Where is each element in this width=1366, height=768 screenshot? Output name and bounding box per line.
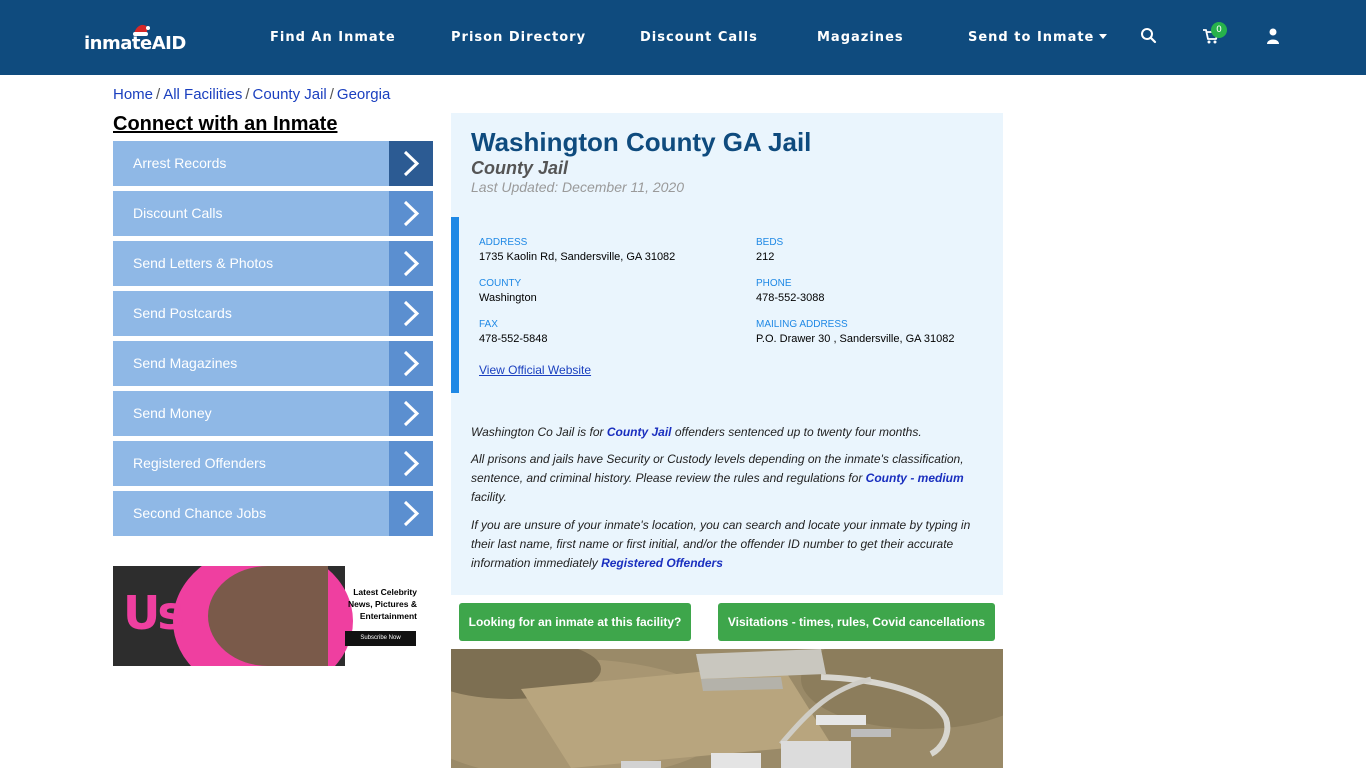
breadcrumb-all-facilities[interactable]: All Facilities	[163, 86, 242, 103]
user-account-icon[interactable]	[1264, 27, 1282, 45]
address-label: ADDRESS	[479, 237, 528, 248]
chevron-right-icon	[389, 341, 433, 386]
mailing-address-value: P.O. Drawer 30 , Sandersville, GA 31082	[756, 333, 955, 345]
sidebar-item-arrest-records[interactable]: Arrest Records	[113, 141, 433, 186]
chevron-right-icon	[389, 441, 433, 486]
sidebar-item-label: Send Magazines	[133, 355, 238, 371]
breadcrumb-county-jail[interactable]: County Jail	[253, 86, 327, 103]
chevron-right-icon	[389, 491, 433, 536]
ad-brand-logo: Us	[123, 586, 185, 640]
county-jail-link[interactable]: County Jail	[607, 425, 672, 439]
inmateaid-logo[interactable]: inmateAID	[84, 22, 186, 56]
breadcrumb: Home / All Facilities / County Jail / Georgia	[113, 86, 390, 103]
breadcrumb-home[interactable]: Home	[113, 86, 153, 103]
sidebar-item-second-chance-jobs[interactable]: Second Chance Jobs	[113, 491, 433, 536]
chevron-right-icon	[389, 241, 433, 286]
logo-text: inmateAID	[84, 33, 186, 54]
sidebar-item-send-magazines[interactable]: Send Magazines	[113, 341, 433, 386]
chevron-right-icon	[389, 191, 433, 236]
sidebar-item-discount-calls[interactable]: Discount Calls	[113, 191, 433, 236]
nav-magazines[interactable]: Magazines	[817, 30, 904, 45]
breadcrumb-separator: /	[329, 86, 334, 103]
fax-value: 478-552-5848	[479, 333, 548, 345]
mailing-address-label: MAILING ADDRESS	[756, 319, 848, 330]
last-updated: Last Updated: December 11, 2020	[471, 179, 684, 195]
sidebar-item-label: Second Chance Jobs	[133, 505, 267, 521]
county-value: Washington	[479, 292, 537, 304]
chevron-right-icon	[389, 391, 433, 436]
breadcrumb-separator: /	[156, 86, 161, 103]
ad-line: News, Pictures &	[348, 599, 417, 609]
ad-line: Entertainment	[359, 611, 417, 621]
sidebar-item-registered-offenders[interactable]: Registered Offenders	[113, 441, 433, 486]
sidebar-item-label: Send Postcards	[133, 305, 232, 321]
sidebar-item-label: Send Letters & Photos	[133, 255, 274, 271]
description-paragraph: All prisons and jails have Security or C…	[471, 450, 981, 507]
chevron-down-icon	[1099, 34, 1108, 39]
description-paragraph: Washington Co Jail is for County Jail of…	[471, 423, 981, 442]
chevron-right-icon	[389, 141, 433, 186]
facility-aerial-photo	[451, 649, 1003, 768]
registered-offenders-link[interactable]: Registered Offenders	[601, 556, 723, 570]
breadcrumb-georgia[interactable]: Georgia	[337, 86, 390, 103]
sidebar-item-send-letters-photos[interactable]: Send Letters & Photos	[113, 241, 433, 286]
us-weekly-ad-banner[interactable]: Us Latest Celebrity News, Pictures & Ent…	[113, 566, 433, 666]
facility-info-box: ADDRESS 1735 Kaolin Rd, Sandersville, GA…	[451, 217, 1003, 393]
cart-count-badge: 0	[1211, 22, 1227, 38]
nav-send-to-inmate[interactable]: Send to Inmate	[968, 30, 1108, 45]
info-accent-bar	[451, 217, 459, 393]
sidebar-item-label: Registered Offenders	[133, 455, 266, 471]
visitations-button[interactable]: Visitations - times, rules, Covid cancel…	[718, 603, 995, 641]
nav-discount-calls[interactable]: Discount Calls	[640, 30, 758, 45]
sidebar-item-label: Arrest Records	[133, 155, 227, 171]
phone-label: PHONE	[756, 278, 792, 289]
aerial-photo-drawing	[451, 649, 1003, 768]
facility-card: Washington County GA Jail County Jail La…	[451, 113, 1003, 595]
nav-send-to-inmate-label: Send to Inmate	[968, 30, 1095, 45]
ad-line: Latest Celebrity	[353, 587, 417, 597]
beds-value: 212	[756, 251, 775, 263]
chevron-right-icon	[389, 291, 433, 336]
sidebar-item-send-money[interactable]: Send Money	[113, 391, 433, 436]
sidebar-item-label: Send Money	[133, 405, 212, 421]
ad-copy: Latest Celebrity News, Pictures & Entert…	[343, 586, 417, 622]
county-label: COUNTY	[479, 278, 522, 289]
ad-photo	[208, 566, 328, 666]
security-level-link[interactable]: County - medium	[866, 471, 964, 485]
address-value: 1735 Kaolin Rd, Sandersville, GA 31082	[479, 251, 676, 263]
fax-label: FAX	[479, 319, 498, 330]
desc-text: facility.	[471, 490, 507, 504]
beds-label: BEDS	[756, 237, 784, 248]
nav-prison-directory[interactable]: Prison Directory	[451, 30, 586, 45]
nav-find-an-inmate[interactable]: Find An Inmate	[270, 30, 396, 45]
top-nav-bar: inmateAID Find An Inmate Prison Director…	[0, 0, 1366, 75]
sidebar-item-send-postcards[interactable]: Send Postcards	[113, 291, 433, 336]
desc-text: Washington Co Jail is for	[471, 425, 607, 439]
breadcrumb-separator: /	[245, 86, 250, 103]
search-icon[interactable]	[1140, 27, 1158, 45]
sidebar-item-label: Discount Calls	[133, 205, 223, 221]
sidebar-title: Connect with an Inmate	[113, 113, 338, 135]
find-inmate-button[interactable]: Looking for an inmate at this facility?	[459, 603, 691, 641]
ad-subscribe-button[interactable]: Subscribe Now	[345, 631, 416, 646]
sidebar-menu: Arrest Records Discount Calls Send Lette…	[113, 141, 433, 541]
desc-text: offenders sentenced up to twenty four mo…	[671, 425, 922, 439]
phone-value: 478-552-3088	[756, 292, 825, 304]
facility-type: County Jail	[471, 158, 569, 178]
page-title: Washington County GA Jail	[471, 127, 812, 157]
description-paragraph: If you are unsure of your inmate's locat…	[471, 516, 981, 573]
ad-image: Us	[113, 566, 353, 666]
official-website-link[interactable]: View Official Website	[479, 363, 591, 377]
